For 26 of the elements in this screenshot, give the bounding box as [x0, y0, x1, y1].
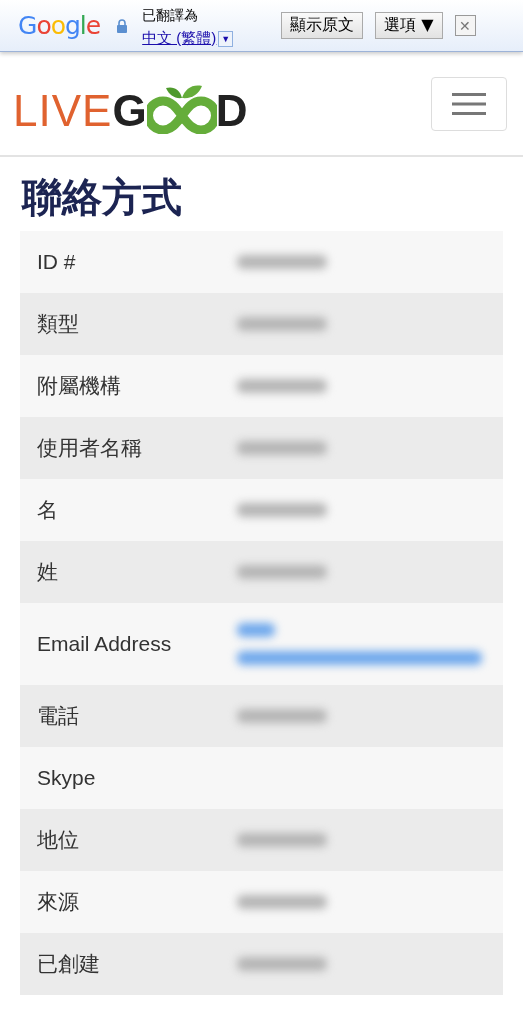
- logo-text: D: [215, 87, 248, 134]
- page-title: 聯絡方式: [22, 174, 183, 221]
- field-label: 已創建: [37, 951, 100, 977]
- field-label: Skype: [37, 766, 96, 790]
- lock-icon: [116, 18, 129, 33]
- translate-button[interactable]: 選項 ▼: [375, 12, 443, 39]
- field-label: ID #: [37, 250, 76, 274]
- field-label: 附屬機構: [37, 373, 121, 399]
- close-button[interactable]: ✕: [454, 15, 476, 36]
- google-logo: Google: [18, 11, 101, 40]
- language-link[interactable]: 中文 (繁體): [142, 29, 217, 48]
- field-label: 使用者名稱: [37, 435, 142, 461]
- menu-icon: [452, 91, 486, 116]
- field-label: 名: [37, 497, 58, 523]
- translation-status: 已翻譯為: [142, 7, 200, 25]
- language-dropdown[interactable]: ▼: [218, 30, 234, 47]
- logo-text: G: [112, 87, 147, 134]
- field-label: 姓: [37, 559, 58, 585]
- logo-text: LIVE: [13, 87, 113, 134]
- field-label: 類型: [37, 311, 79, 337]
- field-label: Email Address: [37, 632, 172, 656]
- menu-button[interactable]: [431, 76, 507, 131]
- field-label: 來源: [37, 889, 79, 915]
- field-label: 地位: [37, 827, 79, 853]
- translate-button[interactable]: 顯示原文: [281, 12, 364, 39]
- field-label: 電話: [37, 703, 79, 729]
